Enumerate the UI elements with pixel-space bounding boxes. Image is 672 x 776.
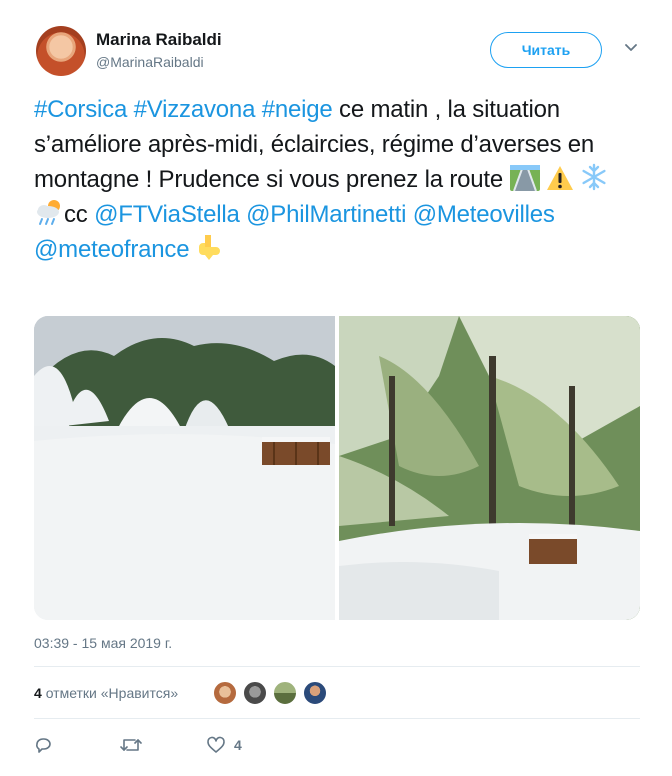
snowy-forest-illustration xyxy=(339,316,640,620)
likes-summary[interactable]: 4 отметки «Нравится» xyxy=(34,685,178,701)
tweet-text: #Corsica #Vizzavona #neige ce matin , la… xyxy=(34,92,634,267)
mention-link[interactable]: @FTViaStella xyxy=(94,201,240,228)
likes-count: 4 xyxy=(34,685,42,701)
hashtag-link[interactable]: #Corsica xyxy=(34,96,127,123)
mention-link[interactable]: @meteofrance xyxy=(34,236,190,263)
tweet: Marina Raibaldi @MarinaRaibaldi Читать #… xyxy=(0,0,672,776)
reply-button[interactable] xyxy=(34,735,60,755)
user-handle[interactable]: @MarinaRaibaldi xyxy=(96,54,204,70)
liker-avatar[interactable] xyxy=(302,680,328,706)
hashtag-link[interactable]: #neige xyxy=(262,96,333,123)
like-button[interactable]: 4 xyxy=(206,735,242,755)
pointing-down-emoji xyxy=(198,235,220,260)
photo-snowy-forest[interactable] xyxy=(339,316,640,620)
likes-label: отметки «Нравится» xyxy=(45,685,179,701)
liker-avatar[interactable] xyxy=(242,680,268,706)
follow-button[interactable]: Читать xyxy=(490,32,602,68)
retweet-button[interactable] xyxy=(120,735,150,755)
photo-snowy-meadow[interactable] xyxy=(34,316,335,620)
retweet-icon xyxy=(120,739,142,751)
reply-icon xyxy=(36,738,51,753)
mention-link[interactable]: @PhilMartinetti xyxy=(246,201,406,228)
user-name[interactable]: Marina Raibaldi xyxy=(96,30,222,50)
liker-avatar[interactable] xyxy=(212,680,238,706)
mention-link[interactable]: @Meteovilles xyxy=(413,201,555,228)
snowflake-emoji xyxy=(582,163,607,191)
chevron-down-icon[interactable] xyxy=(624,40,638,54)
snowy-meadow-illustration xyxy=(34,316,335,620)
liker-avatar[interactable] xyxy=(272,680,298,706)
railway-track-emoji xyxy=(509,165,540,191)
hashtag-link[interactable]: #Vizzavona xyxy=(134,96,256,123)
warning-emoji xyxy=(546,166,573,190)
heart-icon xyxy=(207,736,225,753)
likers-avatars xyxy=(212,680,328,706)
divider xyxy=(34,718,640,719)
cloud-rain-emoji xyxy=(37,200,60,225)
like-count: 4 xyxy=(234,737,242,753)
tweet-text-cc: cc xyxy=(64,201,88,228)
divider xyxy=(34,666,640,667)
tweet-timestamp[interactable]: 03:39 - 15 мая 2019 г. xyxy=(34,635,172,651)
media-gallery[interactable] xyxy=(34,316,640,620)
avatar[interactable] xyxy=(36,26,86,76)
